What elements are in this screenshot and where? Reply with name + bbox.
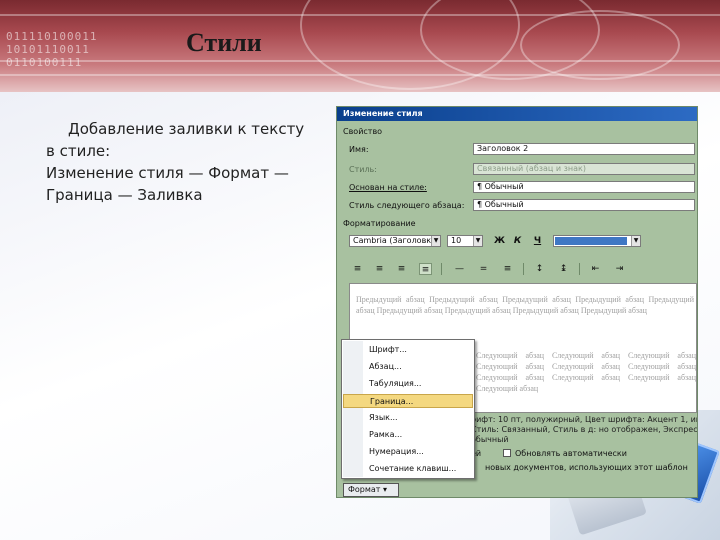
formatting-section-label: Форматирование	[343, 219, 416, 228]
menu-item-font[interactable]: Шрифт...	[343, 343, 473, 357]
dialog-title: Изменение стиля	[337, 107, 697, 121]
menu-item-border[interactable]: Граница...	[343, 394, 473, 408]
align-left-icon[interactable]: ≡	[351, 263, 364, 275]
line-spacing-icon[interactable]: =	[477, 263, 490, 275]
font-size-value: 10	[451, 236, 462, 245]
style-description-line: рифт: 10 пт, полужирный, Цвет шрифта: Ак…	[471, 415, 698, 424]
toolbar-separator	[579, 263, 580, 275]
italic-button[interactable]: К	[511, 235, 524, 247]
double-spacing-icon[interactable]: ≡	[501, 263, 514, 275]
justify-icon[interactable]: ≡	[419, 263, 432, 275]
bold-button[interactable]: Ж	[493, 235, 506, 247]
format-menu: Шрифт... Абзац... Табуляция... Граница..…	[341, 339, 475, 479]
body-line: в стиле:	[46, 142, 111, 160]
decrease-indent-icon[interactable]: ⇤	[589, 263, 602, 275]
template-option-label: новых документов, использующих этот шабл…	[485, 463, 688, 472]
based-on-value: ¶ Обычный	[477, 182, 524, 191]
next-style-select[interactable]: ¶ Обычный	[473, 199, 695, 211]
body-line: Добавление заливки к тексту	[68, 120, 305, 138]
slide-body-text: Добавление заливки к тексту в стиле: Изм…	[46, 118, 316, 206]
name-label: Имя:	[349, 145, 369, 154]
preview-next-paragraph: Следующий абзац Следующий абзац Следующи…	[476, 351, 696, 393]
chevron-down-icon: ▼	[431, 236, 440, 246]
menu-item-shortcut-key[interactable]: Сочетание клавиш...	[343, 462, 473, 476]
body-line: Изменение стиля — Формат —	[46, 164, 289, 182]
align-right-icon[interactable]: ≡	[395, 263, 408, 275]
slide-title: Стили	[186, 28, 262, 57]
chevron-down-icon: ▼	[631, 236, 640, 246]
slide-banner: 011110100011 10101110011 0110100111	[0, 0, 720, 92]
style-type-label: Стиль:	[349, 165, 377, 174]
font-value: Cambria (Заголовки)	[353, 236, 440, 245]
menu-item-frame[interactable]: Рамка...	[343, 428, 473, 442]
name-field[interactable]: Заголовок 2	[473, 143, 695, 155]
single-spacing-icon[interactable]: —	[453, 263, 466, 275]
autoupdate-checkbox[interactable]	[503, 449, 511, 457]
toolbar-separator	[523, 263, 524, 275]
align-center-icon[interactable]: ≡	[373, 263, 386, 275]
style-type-field: Связанный (абзац и знак)	[473, 163, 695, 175]
banner-swirl	[520, 10, 680, 80]
space-before-icon[interactable]: ↕	[533, 263, 546, 275]
menu-item-tabs[interactable]: Табуляция...	[343, 377, 473, 391]
banner-digits: 011110100011 10101110011 0110100111	[6, 30, 98, 69]
space-after-icon[interactable]: ↨	[557, 263, 570, 275]
menu-item-paragraph[interactable]: Абзац...	[343, 360, 473, 374]
autoupdate-label: Обновлять автоматически	[515, 449, 627, 458]
body-line: Граница — Заливка	[46, 186, 203, 204]
next-style-value: ¶ Обычный	[477, 200, 524, 209]
based-on-label: Основан на стиле:	[349, 183, 427, 192]
toolbar-separator	[441, 263, 442, 275]
properties-section-label: Свойство	[343, 127, 383, 136]
style-description-line: Стиль: Связанный, Стиль в д: но отображе…	[471, 425, 698, 434]
menu-item-numbering[interactable]: Нумерация...	[343, 445, 473, 459]
font-color-select[interactable]: ▼	[553, 235, 641, 247]
style-description-line: обычный	[471, 435, 509, 444]
font-size-select[interactable]: 10 ▼	[447, 235, 483, 247]
increase-indent-icon[interactable]: ⇥	[613, 263, 626, 275]
preview-previous-paragraph: Предыдущий абзац Предыдущий абзац Предыд…	[356, 295, 694, 315]
underline-button[interactable]: Ч	[531, 235, 544, 247]
next-style-label: Стиль следующего абзаца:	[349, 201, 465, 210]
based-on-select[interactable]: ¶ Обычный	[473, 181, 695, 193]
chevron-down-icon: ▼	[473, 236, 482, 246]
color-swatch	[555, 237, 627, 245]
format-button[interactable]: Формат ▾	[343, 483, 399, 497]
menu-item-language[interactable]: Язык...	[343, 411, 473, 425]
font-select[interactable]: Cambria (Заголовки) ▼	[349, 235, 441, 247]
